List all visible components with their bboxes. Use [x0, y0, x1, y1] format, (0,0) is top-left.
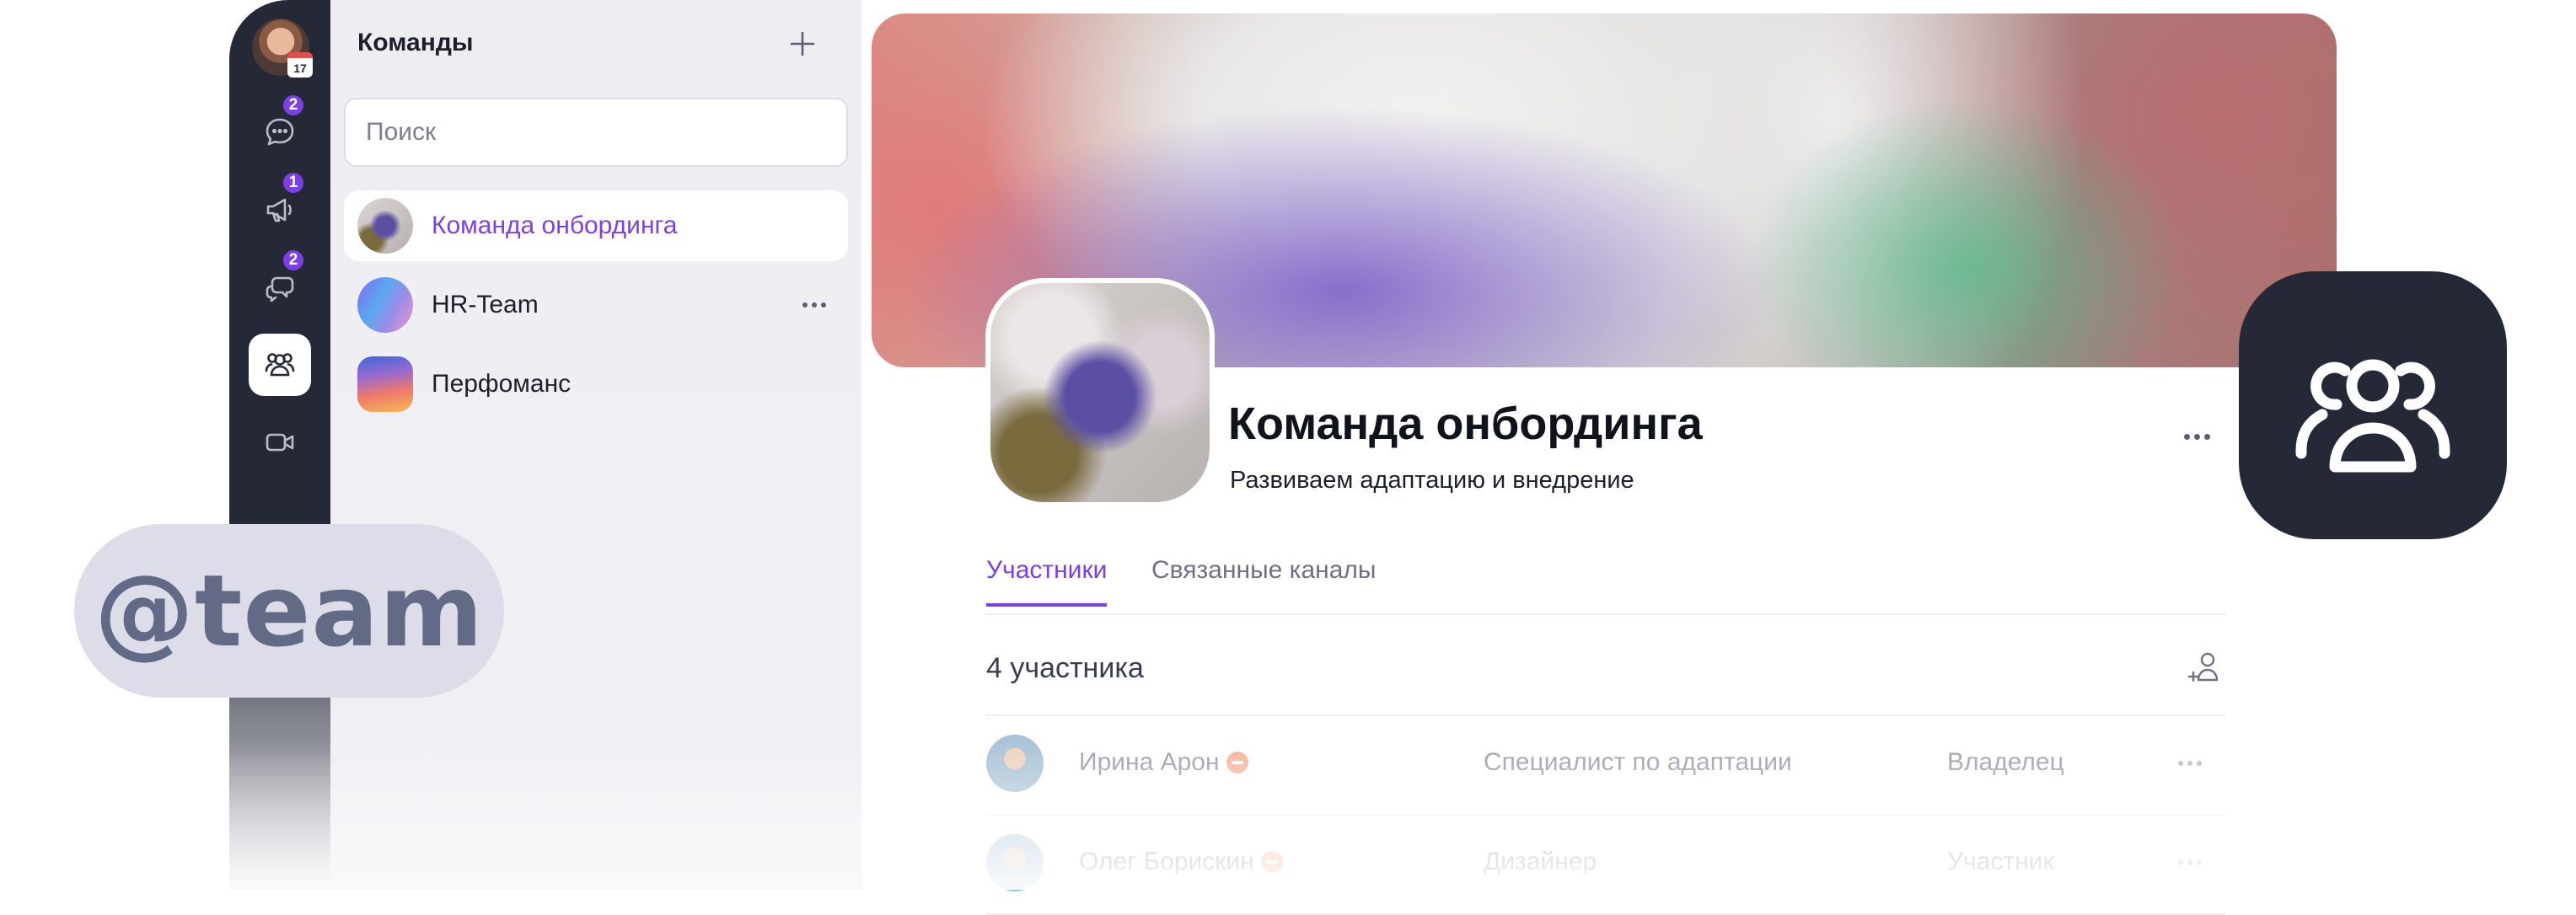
team-mention-text: @team [94, 553, 485, 669]
megaphone-icon [266, 198, 292, 222]
member-row[interactable]: Олег Борискин Дизайнер Участник [986, 814, 2225, 915]
team-avatar [357, 198, 413, 254]
navigation-rail: 17 2 1 2 [229, 0, 330, 890]
team-list-item-name: HR-Team [432, 291, 539, 318]
do-not-disturb-icon [1260, 851, 1283, 873]
add-member-button[interactable] [2185, 647, 2225, 688]
chats-unread-badge: 2 [281, 93, 306, 118]
team-details: Команда онбординга Развиваем адаптацию и… [861, 0, 2362, 915]
rail-chats-button[interactable]: 2 [249, 93, 311, 163]
teams-app-tile [2239, 271, 2507, 539]
team-avatar [357, 356, 413, 412]
threads-icon [266, 276, 294, 302]
calendar-icon: 17 [287, 52, 313, 78]
member-status: Владелец [1947, 748, 2064, 776]
member-row[interactable]: Ирина Арон Специалист по адаптации Владе… [986, 714, 2225, 816]
more-dots-icon [802, 302, 826, 308]
threads-unread-badge: 2 [281, 248, 306, 273]
search-input[interactable] [344, 98, 848, 167]
more-dots-icon [2178, 761, 2202, 766]
member-name: Ирина Арон [1079, 748, 1248, 777]
team-photo [985, 278, 1215, 507]
team-more-button[interactable] [797, 288, 831, 322]
more-dots-icon [2183, 433, 2210, 440]
tab-members[interactable]: Участники [986, 556, 1108, 607]
member-avatar [986, 834, 1044, 891]
tab-linked-channels[interactable]: Связанные каналы [1151, 556, 1376, 603]
team-mention-chip: @team [74, 524, 504, 698]
team-avatar [357, 277, 413, 333]
member-more-button[interactable] [2171, 846, 2208, 880]
more-dots-icon [2178, 860, 2202, 865]
add-team-button[interactable] [784, 25, 821, 62]
member-status: Участник [1947, 848, 2054, 875]
team-title: Команда онбординга [1228, 399, 1703, 449]
team-list-item[interactable]: Команда онбординга [344, 190, 848, 261]
member-role: Дизайнер [1484, 848, 1597, 875]
members-count: 4 участника [986, 652, 1144, 684]
members-header: 4 участника [986, 623, 2225, 716]
do-not-disturb-icon [1226, 752, 1248, 773]
chat-icon [266, 118, 294, 146]
rail-channels-button[interactable]: 1 [249, 170, 311, 241]
add-user-icon [2187, 652, 2219, 682]
member-role: Специалист по адаптации [1484, 748, 1792, 776]
team-list-item-name: Перфоманс [432, 370, 572, 398]
channels-unread-badge: 1 [281, 170, 306, 195]
member-name: Олег Борискин [1079, 848, 1283, 876]
team-tabs: Участники Связанные каналы [986, 536, 2225, 615]
team-list-item[interactable]: Перфоманс [344, 349, 848, 420]
rail-threads-button[interactable]: 2 [249, 248, 311, 318]
team-options-button[interactable] [2178, 420, 2215, 453]
rail-teams-button[interactable] [249, 334, 311, 396]
video-icon [266, 433, 294, 452]
teams-icon [265, 353, 295, 377]
team-description: Развиваем адаптацию и внедрение [1230, 467, 1634, 494]
rail-calls-button[interactable] [249, 411, 311, 474]
team-list-item[interactable]: HR-Team [344, 270, 848, 340]
member-name-text: Ирина Арон [1079, 748, 1220, 776]
teams-icon [2295, 359, 2450, 473]
teams-panel: Команды Команда онбординга HR-Team Перфо… [330, 0, 861, 890]
member-name-text: Олег Борискин [1079, 848, 1254, 875]
teams-panel-title: Команды [357, 29, 474, 56]
member-more-button[interactable] [2171, 746, 2208, 780]
member-avatar [986, 735, 1044, 792]
plus-icon [790, 31, 815, 56]
team-list-item-name: Команда онбординга [432, 211, 678, 239]
